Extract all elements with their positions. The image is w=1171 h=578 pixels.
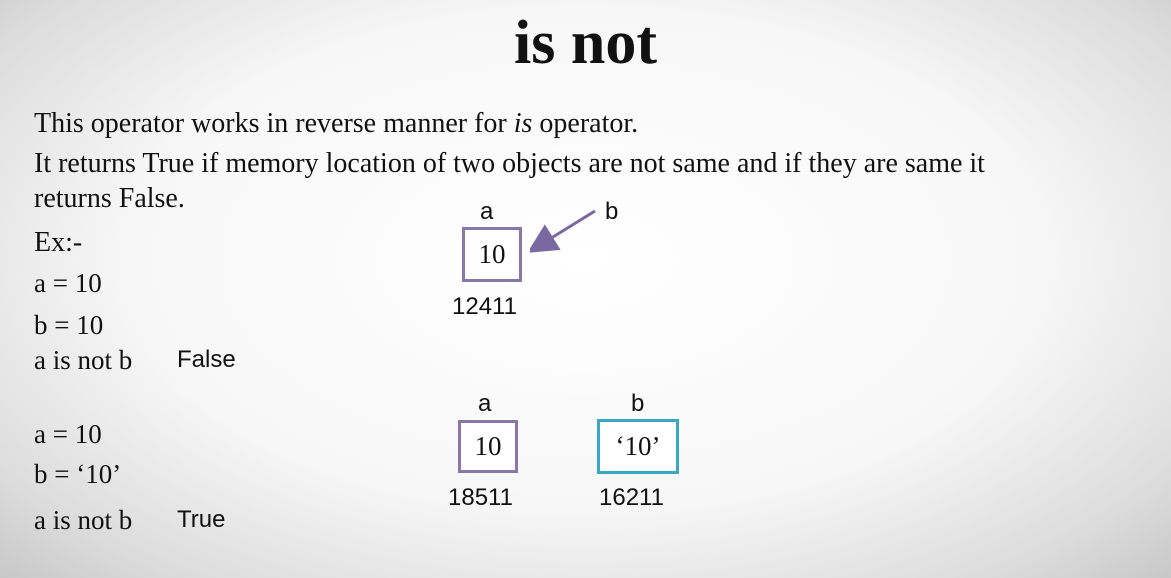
- memory-box-shared: 10: [462, 227, 522, 282]
- diagram2-address-b: 16211: [599, 484, 664, 511]
- diagram2-var-a: a: [478, 390, 492, 417]
- description-line-1-start: This operator works in reverse manner fo…: [34, 108, 514, 139]
- description-line-1: This operator works in reverse manner fo…: [34, 108, 638, 140]
- description-line-1-emphasis: is: [513, 108, 533, 139]
- description-line-1-end: operator.: [532, 108, 639, 139]
- case2-result: True: [177, 506, 226, 533]
- memory-box-b: ‘10’: [597, 419, 679, 474]
- slide-title: is not: [514, 9, 657, 77]
- case2-assign-a: a = 10: [34, 419, 102, 449]
- diagram2-address-a: 18511: [448, 484, 513, 511]
- case2-expression: a is not b: [34, 505, 133, 535]
- case1-assign-a: a = 10: [34, 268, 102, 298]
- diagram1-address: 12411: [452, 293, 517, 320]
- case1-assign-b: b = 10: [34, 310, 104, 340]
- diagram2-var-b: b: [631, 390, 645, 417]
- diagram1-var-a: a: [480, 198, 494, 225]
- memory-box-a: 10: [458, 420, 518, 473]
- case2-assign-b: b = ‘10’: [34, 459, 122, 489]
- case1-result: False: [177, 346, 236, 373]
- case1-expression: a is not b: [34, 345, 133, 375]
- description-line-2: It returns True if memory location of tw…: [34, 148, 985, 179]
- description-line-3: returns False.: [34, 183, 185, 214]
- example-label: Ex:-: [34, 227, 83, 258]
- reference-arrow-icon: [530, 209, 596, 253]
